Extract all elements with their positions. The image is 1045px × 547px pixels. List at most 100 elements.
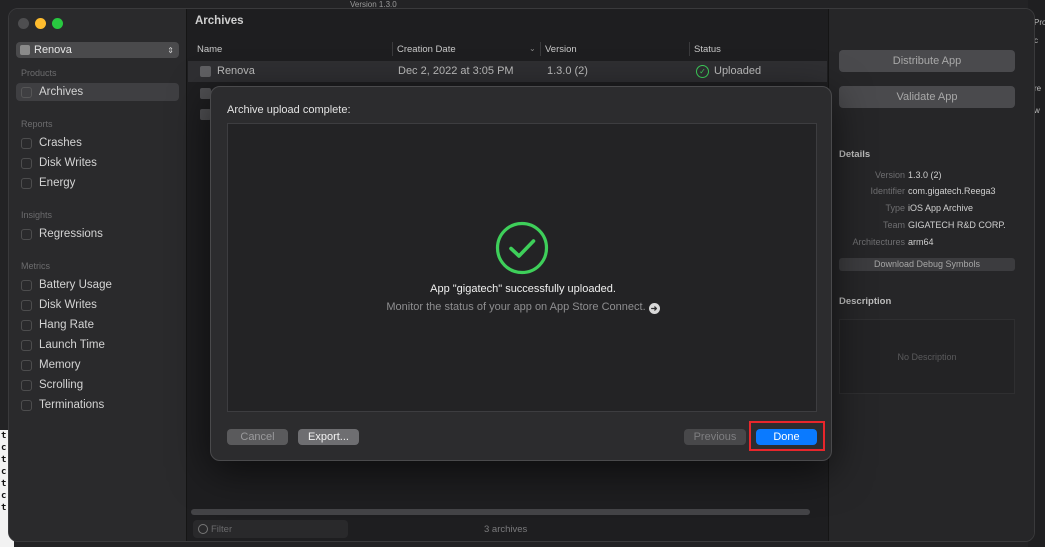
section-header-metrics: Metrics xyxy=(21,261,50,271)
window-controls xyxy=(18,18,63,29)
section-header-reports: Reports xyxy=(21,119,53,129)
arrow-right-circle-icon[interactable]: ➜ xyxy=(648,303,660,314)
sidebar-item-label: Crashes xyxy=(39,137,82,149)
chevron-updown-icon: ⇕ xyxy=(167,45,174,55)
column-separator xyxy=(540,42,541,56)
sidebar-item-crashes[interactable]: Crashes xyxy=(16,134,179,152)
sidebar-item-archives[interactable]: Archives xyxy=(16,83,179,101)
app-selector-label: Renova xyxy=(34,44,72,56)
column-header-creation-date[interactable]: Creation Date xyxy=(397,44,456,55)
app-icon xyxy=(20,45,30,55)
detail-value: iOS App Archive xyxy=(908,203,974,213)
filter-placeholder: Filter xyxy=(211,523,233,535)
crash-icon xyxy=(21,137,32,149)
horizontal-scrollbar[interactable] xyxy=(191,509,810,515)
detail-value: GIGATECH R&D CORP. xyxy=(908,220,1006,230)
disk-icon xyxy=(21,157,32,169)
sidebar-item-label: Terminations xyxy=(39,399,105,411)
detail-value: com.gigatech.Reega3 xyxy=(908,186,996,196)
zoom-window-button[interactable] xyxy=(52,18,63,29)
highlight-annotation-box xyxy=(749,421,825,451)
sidebar-item-label: Archives xyxy=(39,86,84,98)
sort-chevron-icon: ⌄ xyxy=(529,44,536,53)
table-row[interactable]: Renova Dec 2, 2022 at 3:05 PM 1.3.0 (2) … xyxy=(188,61,827,82)
close-window-button[interactable] xyxy=(18,18,29,29)
energy-icon xyxy=(21,177,32,189)
sidebar-item-energy[interactable]: Energy xyxy=(16,174,179,192)
app-store-connect-hint[interactable]: Monitor the status of your app on App St… xyxy=(228,301,818,314)
termination-icon xyxy=(21,399,32,411)
sidebar-item-label: Memory xyxy=(39,359,81,371)
column-separator xyxy=(392,42,393,56)
column-header-name[interactable]: Name xyxy=(197,44,222,55)
sidebar-item-launch-time[interactable]: Launch Time xyxy=(16,336,179,354)
previous-button[interactable]: Previous xyxy=(684,429,746,445)
details-header: Details xyxy=(839,149,871,160)
edge-text: Pro xyxy=(1034,18,1045,27)
success-message: App "gigatech" successfully uploaded. xyxy=(430,283,616,295)
row-date: Dec 2, 2022 at 3:05 PM xyxy=(398,65,514,77)
page-title: Archives xyxy=(195,15,244,27)
cancel-button[interactable]: Cancel xyxy=(227,429,288,445)
sidebar: Renova ⇕ Products Archives Reports Crash… xyxy=(9,9,187,541)
minimize-window-button[interactable] xyxy=(35,18,46,29)
archive-count: 3 archives xyxy=(484,524,528,535)
hint-text: Monitor the status of your app on App St… xyxy=(386,301,646,313)
sidebar-item-memory[interactable]: Memory xyxy=(16,356,179,374)
scroll-icon xyxy=(21,379,32,391)
dialog-content-panel: App "gigatech" successfully uploaded. Mo… xyxy=(227,123,817,412)
download-debug-symbols-button[interactable]: Download Debug Symbols xyxy=(839,258,1015,271)
row-status: Uploaded xyxy=(714,65,762,77)
sidebar-item-battery-usage[interactable]: Battery Usage xyxy=(16,276,179,294)
detail-value: 1.3.0 (2) xyxy=(908,170,942,180)
archive-icon xyxy=(200,66,211,77)
detail-value: arm64 xyxy=(908,237,934,247)
inspector-pane: Distribute App Validate App Details Vers… xyxy=(828,9,1034,541)
sidebar-item-label: Battery Usage xyxy=(39,279,112,291)
sidebar-item-label: Disk Writes xyxy=(39,299,97,311)
filter-field[interactable]: Filter xyxy=(193,520,348,538)
sidebar-item-label: Disk Writes xyxy=(39,157,97,169)
sidebar-item-label: Scrolling xyxy=(39,379,84,391)
section-header-products: Products xyxy=(21,68,57,78)
memory-icon xyxy=(21,359,32,371)
archive-icon xyxy=(21,86,32,98)
column-header-status[interactable]: Status xyxy=(694,44,721,55)
filter-icon xyxy=(198,524,208,534)
column-header-version[interactable]: Version xyxy=(545,44,577,55)
detail-key: Type xyxy=(885,203,905,213)
uploaded-check-icon: ✓ xyxy=(696,65,709,78)
sidebar-item-regressions[interactable]: Regressions xyxy=(16,225,179,243)
distribute-app-button[interactable]: Distribute App xyxy=(839,50,1015,72)
sidebar-item-scrolling[interactable]: Scrolling xyxy=(16,376,179,394)
detail-key: Team xyxy=(882,220,905,230)
hourglass-icon xyxy=(21,319,32,331)
sidebar-item-hang-rate[interactable]: Hang Rate xyxy=(16,316,179,334)
app-selector[interactable]: Renova ⇕ xyxy=(16,42,179,58)
detail-key: Architectures xyxy=(852,237,905,247)
export-button[interactable]: Export... xyxy=(298,429,359,445)
sidebar-item-disk-writes[interactable]: Disk Writes xyxy=(16,154,179,172)
battery-icon xyxy=(21,279,32,291)
sidebar-item-label: Launch Time xyxy=(39,339,105,351)
background-window-text: Version 1.3.0 xyxy=(350,0,397,9)
detail-key: Identifier xyxy=(870,186,905,196)
detail-key: Version xyxy=(874,170,905,180)
validate-app-button[interactable]: Validate App xyxy=(839,86,1015,108)
success-checkmark-icon xyxy=(495,221,549,275)
sidebar-item-label: Hang Rate xyxy=(39,319,94,331)
section-header-insights: Insights xyxy=(21,210,53,220)
edge-text: re xyxy=(1034,84,1042,93)
description-header: Description xyxy=(839,296,892,307)
sidebar-item-label: Energy xyxy=(39,177,76,189)
sidebar-item-terminations[interactable]: Terminations xyxy=(16,396,179,414)
sidebar-item-disk-writes-metric[interactable]: Disk Writes xyxy=(16,296,179,314)
sidebar-item-label: Regressions xyxy=(39,228,103,240)
column-separator xyxy=(689,42,690,56)
regression-icon xyxy=(21,228,32,240)
description-box[interactable]: No Description xyxy=(839,319,1015,394)
disk-icon xyxy=(21,299,32,311)
row-version: 1.3.0 (2) xyxy=(547,65,588,77)
launch-icon xyxy=(21,339,32,351)
upload-complete-dialog: Archive upload complete: App "gigatech" … xyxy=(210,86,832,461)
